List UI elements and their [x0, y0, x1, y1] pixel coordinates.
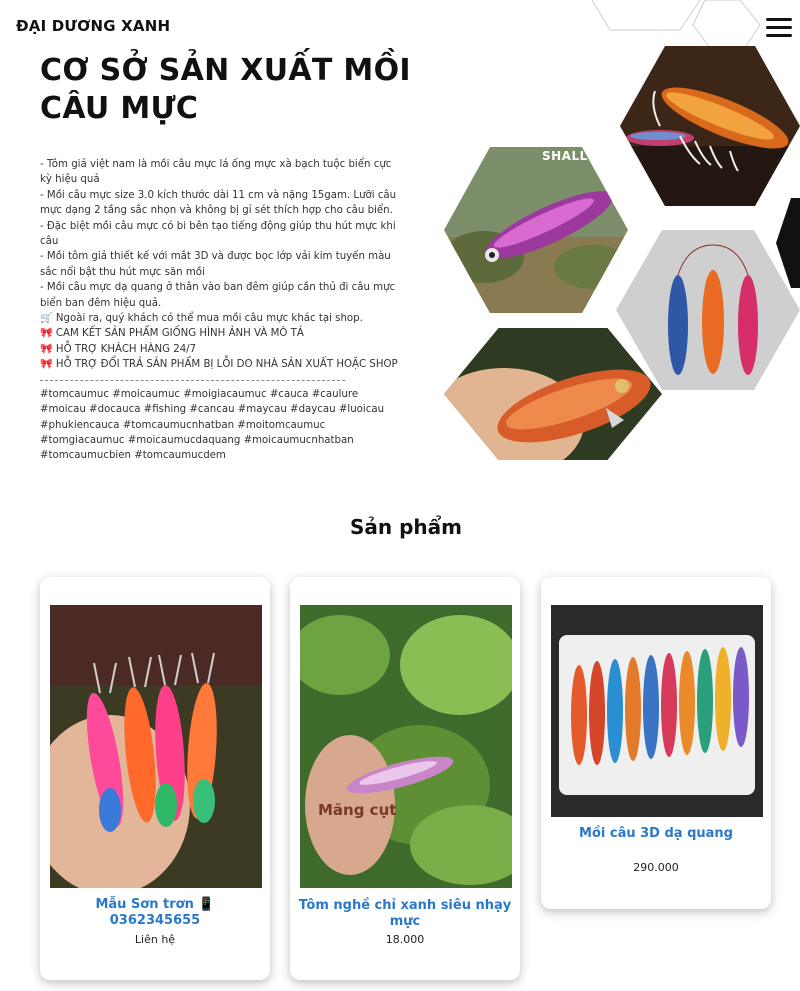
image-caption-overlay: Măng cụt — [318, 801, 397, 819]
product-image[interactable]: Măng cụt — [300, 605, 512, 888]
brand-logo[interactable]: ĐẠI DƯƠNG XANH — [16, 17, 170, 35]
product-name[interactable]: Mẫu Sơn trơn 📱 0362345655 — [48, 897, 262, 929]
desc-line: - Tôm giả việt nam là mồi câu mực lá ống… — [40, 159, 392, 186]
product-price: 18.000 — [385, 933, 425, 946]
products-section-title: Sản phẩm — [350, 515, 462, 539]
header: ĐẠI DƯƠNG XANH — [0, 0, 800, 52]
hex-photo-three-lures — [616, 230, 800, 390]
desc-line: - Mồi tôm giả thiết kế với mắt 3D và đượ… — [40, 251, 391, 278]
desc-line: 🎀 HỖ TRỢ ĐỔI TRẢ SẢN PHẨM BỊ LỖI DO NHÀ … — [40, 359, 398, 371]
desc-line: 🛒 Ngoài ra, quý khách có thể mua mồi câu… — [40, 313, 363, 325]
hex-photo-hand-lure — [444, 328, 662, 460]
desc-line: 🎀 HỖ TRỢ KHÁCH HÀNG 24/7 — [40, 343, 197, 355]
product-image[interactable] — [50, 605, 262, 888]
product-price: Liên hệ — [134, 933, 176, 946]
product-card[interactable]: Mồi câu 3D dạ quang 290.000 — [541, 577, 771, 909]
hex-photo-dark — [776, 198, 800, 288]
hex-photo-purple-jig: SHALLOW — [444, 147, 628, 313]
product-name[interactable]: Mồi câu 3D dạ quang — [549, 826, 763, 842]
desc-line: - Đặc biệt mồi câu mực có bi bên tạo tiế… — [40, 220, 396, 248]
desc-line: 🎀 CAM KẾT SẢN PHẨM GIỐNG HÌNH ẢNH VÀ MÔ … — [40, 328, 304, 340]
desc-line: - Mồi câu mực dạ quang ở thân vào ban đê… — [40, 282, 396, 309]
hex-photo-shrimp-wood — [620, 46, 800, 206]
product-image[interactable] — [551, 605, 763, 817]
hex-label: SHALLOW — [542, 149, 612, 163]
product-price: 290.000 — [633, 861, 679, 874]
desc-line: - Mồi câu mực size 3.0 kích thước dài 11… — [40, 189, 397, 217]
hashtags: #tomcaumuc #moicaumuc #moigiacaumuc #cau… — [40, 388, 385, 462]
hero-description: - Tôm giả việt nam là mồi câu mực lá ống… — [40, 157, 405, 464]
product-card[interactable]: Mẫu Sơn trơn 📱 0362345655 Liên hệ — [40, 577, 270, 980]
page-title: CƠ SỞ SẢN XUẤT MỒI CÂU MỰC — [40, 53, 411, 126]
dashed-divider — [40, 373, 345, 381]
hamburger-menu-icon[interactable] — [766, 18, 792, 38]
product-name[interactable]: Tôm nghề chỉ xanh siêu nhạy mực — [298, 898, 512, 930]
product-card[interactable]: Măng cụt Tôm nghề chỉ xanh siêu nhạy mực… — [290, 577, 520, 980]
